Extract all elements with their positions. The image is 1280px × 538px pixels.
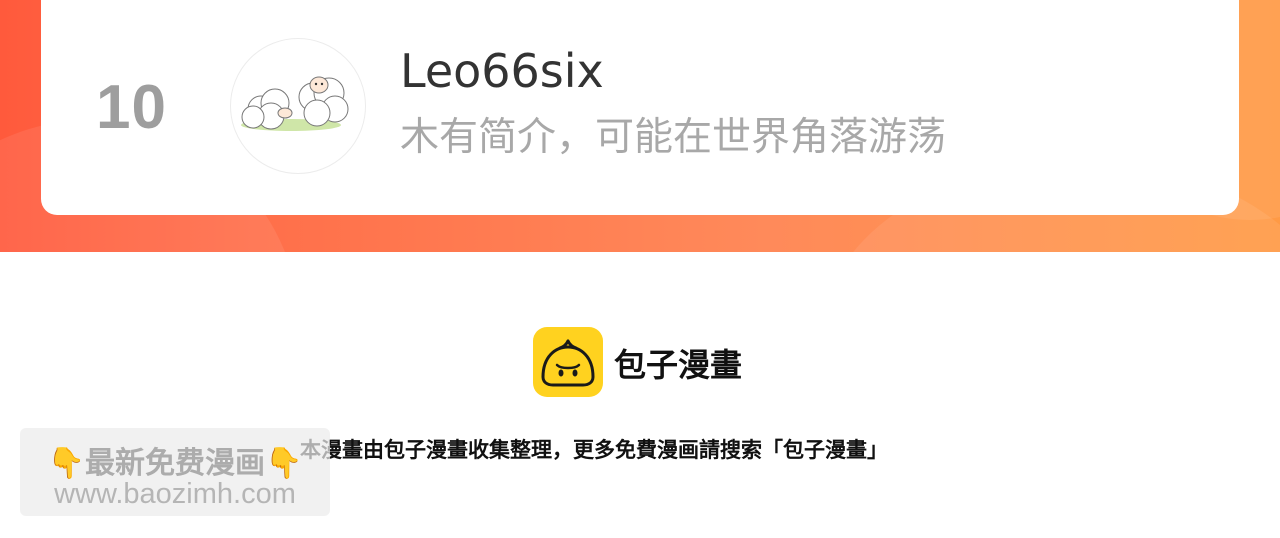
watermark-url[interactable]: www.baozimh.com [20,478,330,511]
watermark-box[interactable]: 👇最新免费漫画👇 www.baozimh.com [20,428,330,516]
sheep-right [298,76,349,127]
sheep-avatar-icon [241,76,349,131]
baozi-logo-icon [533,327,603,397]
watermark-text: 最新免费漫画 [85,446,265,481]
user-bio: 木有简介，可能在世界角落游荡 [400,115,947,160]
brand-name: 包子漫畫 [614,346,743,384]
username[interactable]: Leo66six [400,44,604,98]
rank-number: 10 [96,73,167,142]
watermark-line1: 👇最新免费漫画👇 [20,438,330,482]
pointing-down-icon: 👇 [47,446,85,481]
pointing-down-icon: 👇 [265,446,303,481]
source-notice: 本漫畫由包子漫畫收集整理，更多免費漫画請搜索「包子漫畫」 [300,438,888,462]
user-avatar[interactable] [230,38,366,174]
